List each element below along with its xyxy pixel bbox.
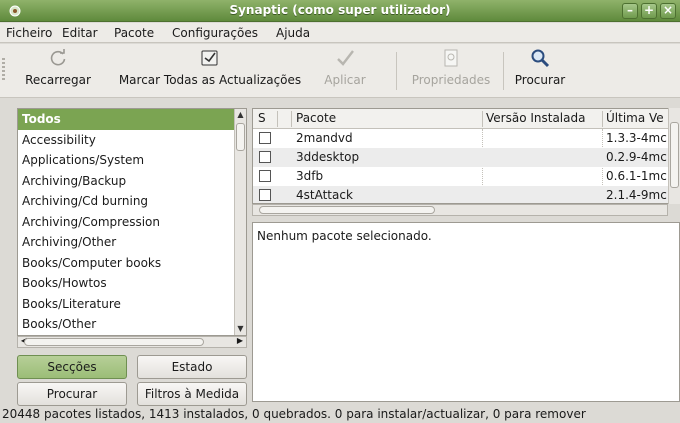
package-vertical-scrollbar[interactable] [668, 108, 680, 204]
status-bar: 20448 pacotes listados, 1413 instalados,… [0, 407, 680, 423]
list-item[interactable]: Books/Howtos [18, 273, 246, 294]
status-filter-button[interactable]: Estado [137, 355, 247, 379]
properties-icon [444, 49, 458, 67]
latest-version: 0.2.9-4mc [606, 150, 667, 164]
column-divider[interactable] [482, 111, 483, 127]
window-title: Synaptic (como super utilizador) [229, 3, 451, 17]
toolbar: Recarregar Marcar Todas as Actualizações… [0, 44, 680, 98]
details-text: Nenhum pacote selecionado. [257, 229, 432, 243]
mark-all-label: Marcar Todas as Actualizações [118, 73, 302, 87]
list-item[interactable]: Archiving/Backup [18, 171, 246, 192]
apply-button[interactable]: Aplicar [312, 48, 378, 94]
package-name: 3ddesktop [296, 150, 360, 164]
latest-version: 0.6.1-1mc [606, 169, 667, 183]
package-table[interactable]: S Pacote Versão Instalada Última Ve 2man… [252, 108, 680, 204]
column-divider[interactable] [277, 111, 278, 127]
search-label: Procurar [514, 73, 566, 87]
mark-all-upgrades-button[interactable]: Marcar Todas as Actualizações [110, 48, 310, 94]
scroll-thumb[interactable] [670, 122, 679, 188]
sections-filter-button[interactable]: Secções [17, 355, 127, 379]
column-header-installed-version[interactable]: Versão Instalada [486, 111, 585, 125]
menu-configuracoes[interactable]: Configurações [172, 26, 258, 40]
menu-editar[interactable]: Editar [62, 26, 98, 40]
scroll-down-icon[interactable]: ▼ [235, 323, 246, 335]
toolbar-separator [396, 52, 397, 90]
column-divider[interactable] [291, 111, 292, 127]
package-checkbox[interactable] [259, 132, 271, 144]
list-item[interactable]: Books/Other [18, 314, 246, 335]
menu-ficheiro[interactable]: Ficheiro [6, 26, 52, 40]
search-icon [531, 49, 550, 68]
search-filter-button[interactable]: Procurar [17, 382, 127, 406]
custom-filters-button[interactable]: Filtros à Medida [137, 382, 247, 406]
latest-version: 1.3.3-4mc [606, 131, 667, 145]
title-bar: Synaptic (como super utilizador) – + × [0, 0, 680, 22]
list-item[interactable]: Books/Computer books [18, 253, 246, 274]
menu-pacote[interactable]: Pacote [114, 26, 154, 40]
package-name: 3dfb [296, 169, 324, 183]
reload-label: Recarregar [25, 73, 91, 87]
menu-bar: Ficheiro Editar Pacote Configurações Aju… [0, 23, 680, 43]
apply-label: Aplicar [324, 73, 366, 87]
reload-button[interactable]: Recarregar [14, 48, 102, 94]
package-name: 4stAttack [296, 188, 353, 202]
list-item[interactable]: Accessibility [18, 130, 246, 151]
column-header-package[interactable]: Pacote [296, 111, 336, 125]
scroll-thumb[interactable] [24, 338, 204, 346]
package-checkbox[interactable] [259, 170, 271, 182]
list-item[interactable]: Applications/System [18, 150, 246, 171]
table-header: S Pacote Versão Instalada Última Ve [253, 109, 679, 129]
sections-vertical-scrollbar[interactable]: ▲ ▼ [234, 109, 246, 335]
scroll-right-icon[interactable]: ▶ [234, 336, 246, 345]
toolbar-grip[interactable] [2, 58, 5, 82]
package-details-pane: Nenhum pacote selecionado. [252, 222, 680, 402]
maximize-button[interactable]: + [641, 3, 657, 19]
list-item[interactable]: Books/Literature [18, 294, 246, 315]
column-header-latest-version[interactable]: Última Ve [606, 111, 664, 125]
table-row[interactable]: 3dfb 0.6.1-1mc [253, 167, 679, 186]
package-checkbox[interactable] [259, 151, 271, 163]
scroll-up-icon[interactable]: ▲ [235, 109, 246, 121]
list-item-selected[interactable]: Todos [18, 109, 246, 130]
column-divider[interactable] [602, 111, 603, 127]
apply-checkmark-icon [337, 50, 354, 66]
close-button[interactable]: × [660, 3, 676, 19]
mark-upgrades-icon [201, 50, 218, 66]
table-row[interactable]: 2mandvd 1.3.3-4mc [253, 129, 679, 148]
table-row[interactable]: 3ddesktop 0.2.9-4mc [253, 148, 679, 167]
sections-list[interactable]: Todos Accessibility Applications/System … [17, 108, 247, 336]
scroll-thumb[interactable] [259, 206, 435, 214]
package-name: 2mandvd [296, 131, 353, 145]
search-button[interactable]: Procurar [508, 48, 572, 94]
properties-label: Propriedades [411, 73, 491, 87]
toolbar-separator [503, 52, 504, 90]
menu-ajuda[interactable]: Ajuda [276, 26, 310, 40]
latest-version: 2.1.4-9mc [606, 188, 667, 202]
list-item[interactable]: Archiving/Cd burning [18, 191, 246, 212]
table-row[interactable]: 4stAttack 2.1.4-9mc [253, 186, 679, 203]
reload-icon [50, 49, 66, 66]
list-item[interactable]: Archiving/Other [18, 232, 246, 253]
column-header-status[interactable]: S [258, 111, 266, 125]
package-horizontal-scrollbar[interactable] [252, 204, 668, 216]
scroll-thumb[interactable] [236, 123, 245, 151]
minimize-button[interactable]: – [622, 3, 638, 19]
list-item[interactable]: Archiving/Compression [18, 212, 246, 233]
sections-horizontal-scrollbar[interactable]: ◀ ▶ [17, 336, 247, 348]
properties-button[interactable]: Propriedades [404, 48, 498, 94]
package-checkbox[interactable] [259, 189, 271, 201]
